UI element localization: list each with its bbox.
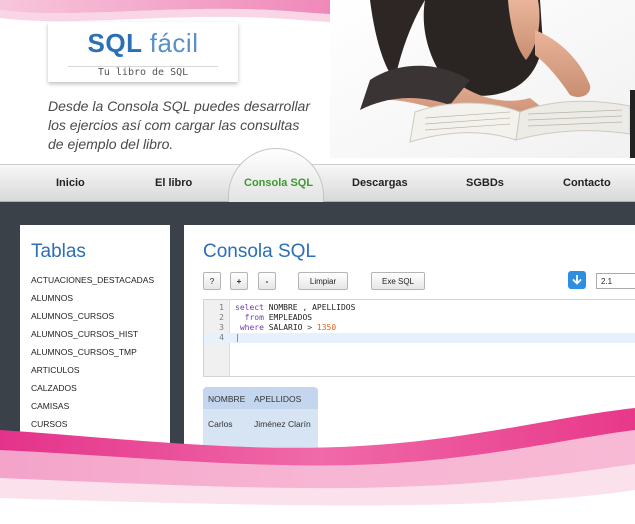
table-item[interactable]: ARTICULOS [31, 365, 80, 375]
intro-text: Desde la Consola SQL puedes desarrollar … [48, 97, 318, 154]
site-logo[interactable]: SQL fácil Tu libro de SQL [48, 22, 238, 82]
version-field[interactable] [596, 273, 635, 289]
code-line: 2 from EMPLEADOS [219, 313, 313, 322]
nav-item-consola-sql[interactable]: Consola SQL [244, 177, 313, 189]
logo-title: SQL fácil [87, 28, 199, 58]
table-item[interactable]: ALUMNOS_CURSOS [31, 311, 114, 321]
table-item[interactable]: CALZADOS [31, 383, 77, 393]
table-item[interactable]: ALUMNOS_CURSOS_HIST [31, 329, 138, 339]
help-button[interactable]: ? [203, 272, 221, 290]
increase-font-button[interactable]: + [230, 272, 248, 290]
nav-item-descargas[interactable]: Descargas [352, 177, 408, 189]
download-button[interactable] [568, 271, 586, 289]
sql-editor[interactable]: 1 select NOMBRE , APELLIDOS 2 from EMPLE… [203, 299, 635, 377]
results-column-header[interactable]: APELLIDOS [254, 394, 301, 404]
code-line: 3 where SALARIO > 1350 [219, 323, 337, 332]
clear-button[interactable]: Limpiar [298, 272, 348, 290]
intro-line: los ejercios así com cargar las consulta… [48, 117, 300, 133]
arrow-down-icon [572, 274, 582, 285]
execute-sql-button[interactable]: Exe SQL [371, 272, 425, 290]
decrease-font-button[interactable]: - [258, 272, 276, 290]
table-item[interactable]: ALUMNOS_CURSOS_TMP [31, 347, 137, 357]
nav-item-inicio[interactable]: Inicio [56, 177, 85, 189]
code-line-current: 4 | [204, 333, 635, 343]
nav-item-sgbds[interactable]: SGBDs [466, 177, 504, 189]
tables-heading: Tablas [31, 241, 86, 262]
code-line: 1 select NOMBRE , APELLIDOS [219, 303, 356, 312]
reading-woman-photo [330, 0, 635, 158]
footer-wave-decoration [0, 408, 635, 524]
nav-item-el-libro[interactable]: El libro [155, 177, 192, 189]
table-item[interactable]: ALUMNOS [31, 293, 73, 303]
console-heading: Consola SQL [203, 241, 317, 262]
results-column-header[interactable]: NOMBRE [208, 394, 245, 404]
logo-subtitle: Tu libro de SQL [97, 67, 189, 78]
intro-line: Desde la Consola SQL puedes desarrollar [48, 98, 311, 114]
nav-active-tab-background [228, 148, 324, 202]
table-item[interactable]: ACTUACIONES_DESTACADAS [31, 275, 154, 285]
nav-item-contacto[interactable]: Contacto [563, 177, 611, 189]
